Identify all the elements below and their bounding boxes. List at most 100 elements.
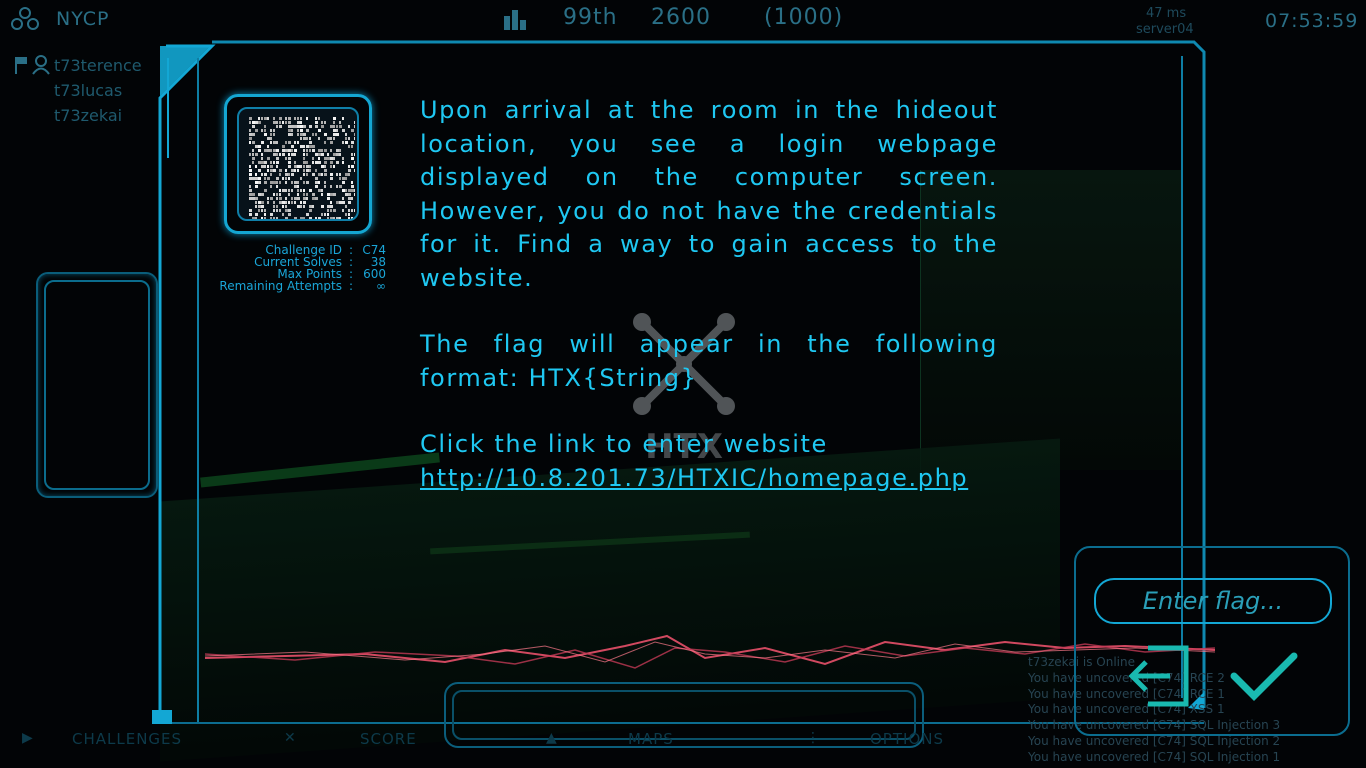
team-member: t73lucas [54, 81, 123, 100]
image-pixel [285, 189, 287, 192]
image-pixel [300, 129, 303, 132]
image-pixel [321, 205, 324, 208]
image-pixel [327, 217, 329, 219]
nav-score[interactable]: SCORE [360, 730, 417, 748]
log-entry: You have uncovered [C74] SQL Injection 1 [1028, 749, 1281, 764]
image-pixel [285, 173, 288, 176]
image-pixel [351, 185, 354, 188]
image-pixel [330, 125, 333, 128]
image-pixel [315, 153, 318, 156]
image-pixel [273, 193, 275, 196]
image-pixel [321, 165, 324, 168]
image-pixel [264, 189, 267, 192]
image-pixel [288, 141, 291, 144]
image-pixel [267, 169, 269, 172]
image-pixel [279, 193, 281, 196]
image-pixel [333, 217, 335, 219]
image-pixel [276, 209, 278, 212]
image-pixel [252, 125, 255, 128]
image-pixel [303, 149, 305, 152]
image-pixel [336, 201, 339, 204]
image-pixel [336, 129, 338, 132]
image-pixel [324, 213, 326, 216]
image-pixel [327, 153, 329, 156]
image-pixel [258, 145, 261, 148]
image-pixel [348, 209, 350, 212]
image-pixel [309, 189, 312, 192]
image-pixel [297, 181, 299, 184]
image-pixel [279, 201, 282, 204]
image-pixel [285, 141, 287, 144]
image-pixel [285, 209, 288, 212]
image-pixel [255, 205, 257, 208]
image-pixel [324, 121, 326, 124]
image-pixel [285, 201, 287, 204]
flag-submit-panel [1074, 546, 1350, 736]
image-pixel [288, 177, 290, 180]
image-pixel [300, 117, 302, 120]
image-pixel [264, 133, 267, 136]
image-pixel [306, 149, 308, 152]
image-pixel [336, 149, 339, 152]
image-pixel [342, 141, 344, 144]
image-pixel [267, 137, 270, 140]
image-pixel [315, 133, 317, 136]
image-pixel [315, 181, 318, 184]
image-pixel [306, 137, 308, 140]
image-pixel [351, 189, 354, 192]
image-pixel [252, 133, 255, 136]
image-pixel [276, 185, 278, 188]
image-pixel [261, 173, 263, 176]
image-pixel [285, 205, 287, 208]
nav-options[interactable]: OPTIONS [870, 730, 944, 748]
image-pixel [258, 149, 261, 152]
image-pixel [303, 153, 305, 156]
image-pixel [351, 129, 354, 132]
image-pixel [267, 149, 270, 152]
image-pixel [300, 201, 302, 204]
flag-input[interactable] [1094, 578, 1332, 624]
image-pixel [306, 173, 308, 176]
image-pixel [276, 205, 278, 208]
image-pixel [342, 129, 345, 132]
image-pixel [303, 125, 306, 128]
image-pixel [288, 201, 290, 204]
image-pixel [300, 177, 302, 180]
image-pixel [351, 209, 353, 212]
image-pixel [285, 169, 287, 172]
image-pixel [318, 173, 321, 176]
image-pixel [321, 153, 324, 156]
image-pixel [303, 197, 306, 200]
image-pixel [306, 165, 309, 168]
image-pixel [255, 145, 258, 148]
image-pixel [285, 197, 287, 200]
image-pixel [249, 185, 251, 188]
image-pixel [351, 153, 353, 156]
thumbnail-frame [237, 107, 359, 221]
image-pixel [297, 197, 300, 200]
description-paragraph: Click the link to enter website [420, 430, 828, 458]
exit-icon[interactable] [1126, 644, 1192, 708]
image-pixel [276, 181, 278, 184]
image-pixel [351, 217, 353, 219]
image-pixel [294, 165, 297, 168]
image-pixel [261, 117, 263, 120]
image-pixel [336, 153, 339, 156]
checkmark-icon[interactable] [1230, 650, 1298, 702]
nav-challenges[interactable]: CHALLENGES [72, 730, 182, 748]
image-pixel [312, 205, 314, 208]
image-pixel [345, 205, 347, 208]
image-pixel [294, 201, 296, 204]
image-pixel [339, 121, 341, 124]
image-pixel [288, 157, 291, 160]
image-pixel [327, 209, 329, 212]
image-pixel [291, 169, 294, 172]
image-pixel [342, 161, 344, 164]
image-pixel [342, 201, 345, 204]
image-pixel [264, 117, 267, 120]
image-pixel [309, 125, 312, 128]
image-pixel [315, 185, 318, 188]
nav-maps[interactable]: MAPS [628, 730, 674, 748]
challenge-link[interactable]: http://10.8.201.73/HTXIC/homepage.php [420, 464, 968, 492]
image-pixel [300, 121, 302, 124]
